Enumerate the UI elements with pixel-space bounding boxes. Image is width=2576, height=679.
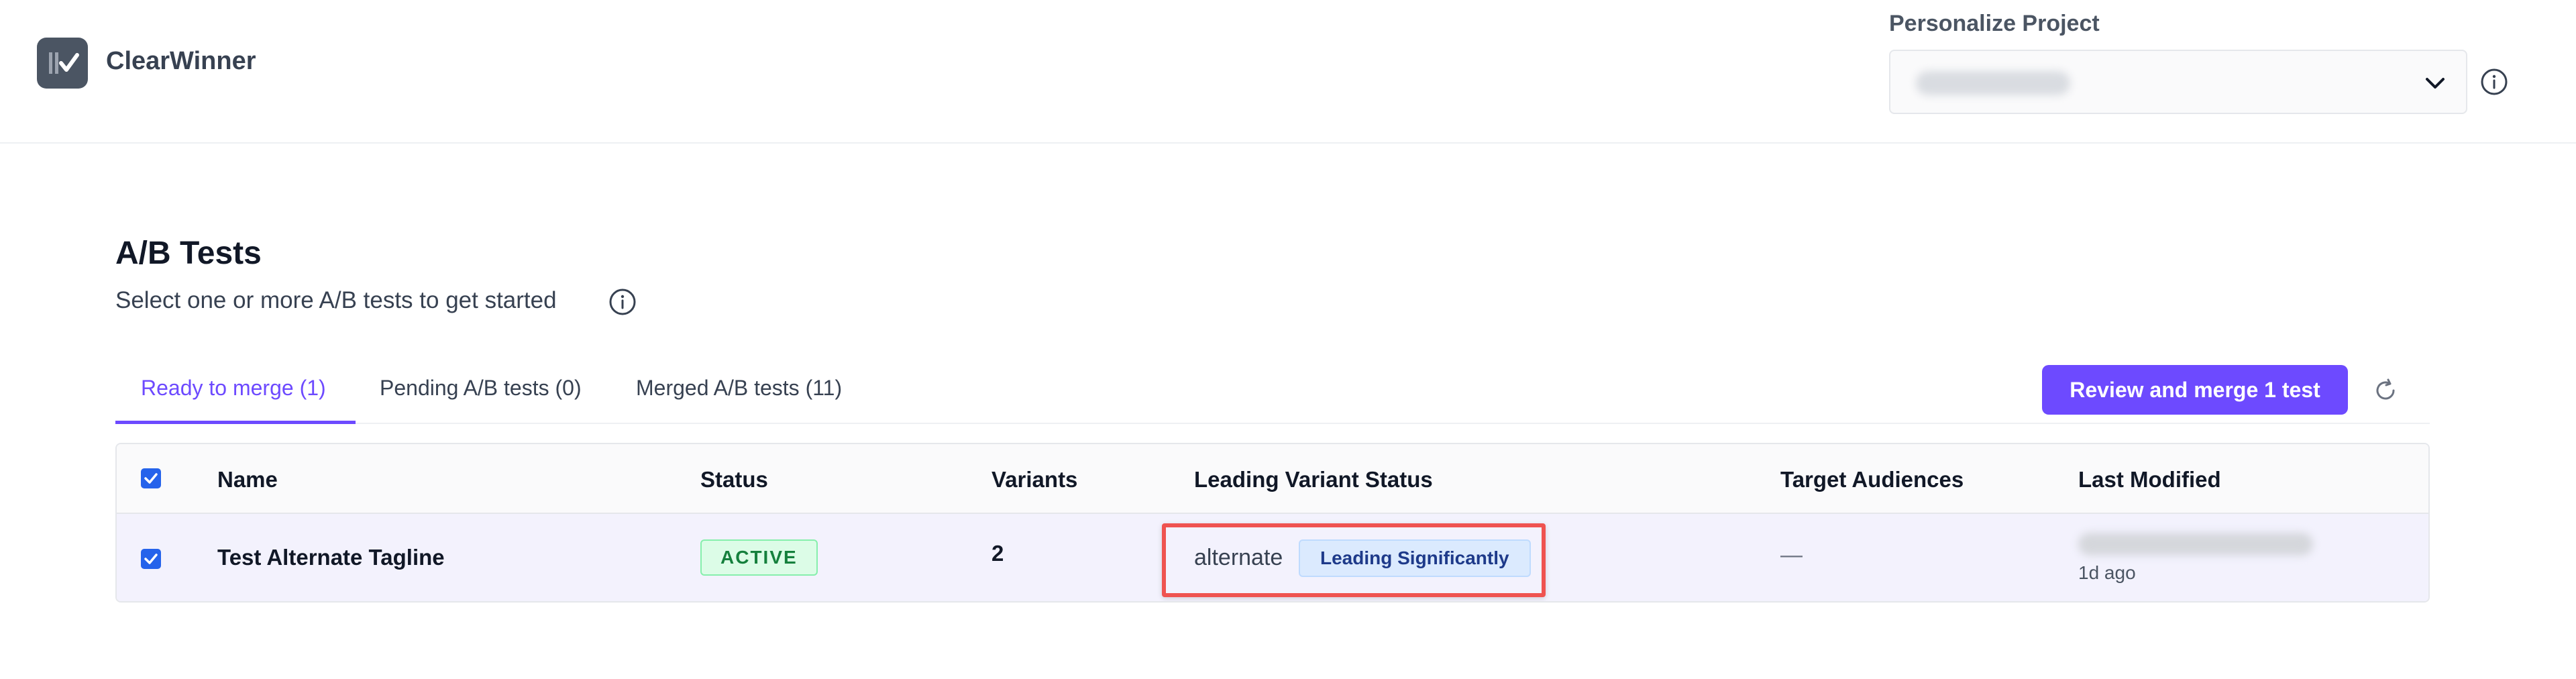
variants-count: 2 bbox=[991, 541, 1004, 566]
row-checkbox[interactable] bbox=[141, 549, 161, 569]
logo-icon bbox=[37, 38, 88, 89]
last-modified-time: 1d ago bbox=[2078, 562, 2136, 583]
page-title: A/B Tests bbox=[115, 236, 262, 271]
project-select[interactable] bbox=[1889, 50, 2467, 114]
column-header-leading-variant[interactable]: Leading Variant Status bbox=[1194, 467, 1433, 492]
column-header-name[interactable]: Name bbox=[217, 467, 278, 492]
column-header-status[interactable]: Status bbox=[700, 467, 768, 492]
refresh-icon[interactable] bbox=[2371, 376, 2400, 405]
project-value-redacted bbox=[1916, 71, 2070, 95]
column-header-target-audiences[interactable]: Target Audiences bbox=[1780, 467, 1964, 492]
info-icon[interactable] bbox=[2479, 67, 2509, 97]
app-name: ClearWinner bbox=[106, 47, 256, 75]
chevron-down-icon bbox=[2426, 78, 2445, 89]
checkbox-checked-icon bbox=[144, 473, 158, 484]
table-header: Name Status Variants Leading Variant Sta… bbox=[117, 444, 2428, 514]
target-audiences-value: — bbox=[1780, 542, 1803, 567]
test-name[interactable]: Test Alternate Tagline bbox=[217, 545, 445, 570]
tab-ready-to-merge[interactable]: Ready to merge (1) bbox=[115, 376, 356, 424]
last-modified-user-redacted bbox=[2078, 533, 2313, 556]
info-icon[interactable] bbox=[608, 287, 637, 317]
project-label: Personalize Project bbox=[1889, 11, 2100, 36]
tab-merged[interactable]: Merged A/B tests (11) bbox=[636, 376, 842, 424]
leading-status-badge: Leading Significantly bbox=[1299, 539, 1531, 577]
page-subtitle: Select one or more A/B tests to get star… bbox=[115, 287, 557, 313]
tab-pending[interactable]: Pending A/B tests (0) bbox=[380, 376, 582, 424]
leading-variant-name: alternate bbox=[1194, 545, 1283, 570]
status-badge: ACTIVE bbox=[700, 539, 818, 576]
ab-tests-table: Name Status Variants Leading Variant Sta… bbox=[115, 443, 2430, 603]
column-header-last-modified[interactable]: Last Modified bbox=[2078, 467, 2221, 492]
top-header: ClearWinner Personalize Project bbox=[0, 0, 2576, 144]
checkbox-checked-icon bbox=[144, 554, 158, 564]
table-row[interactable]: Test Alternate Tagline ACTIVE 2 alternat… bbox=[117, 514, 2428, 601]
select-all-checkbox[interactable] bbox=[141, 468, 161, 488]
review-merge-button[interactable]: Review and merge 1 test bbox=[2042, 365, 2348, 415]
column-header-variants[interactable]: Variants bbox=[991, 467, 1077, 492]
